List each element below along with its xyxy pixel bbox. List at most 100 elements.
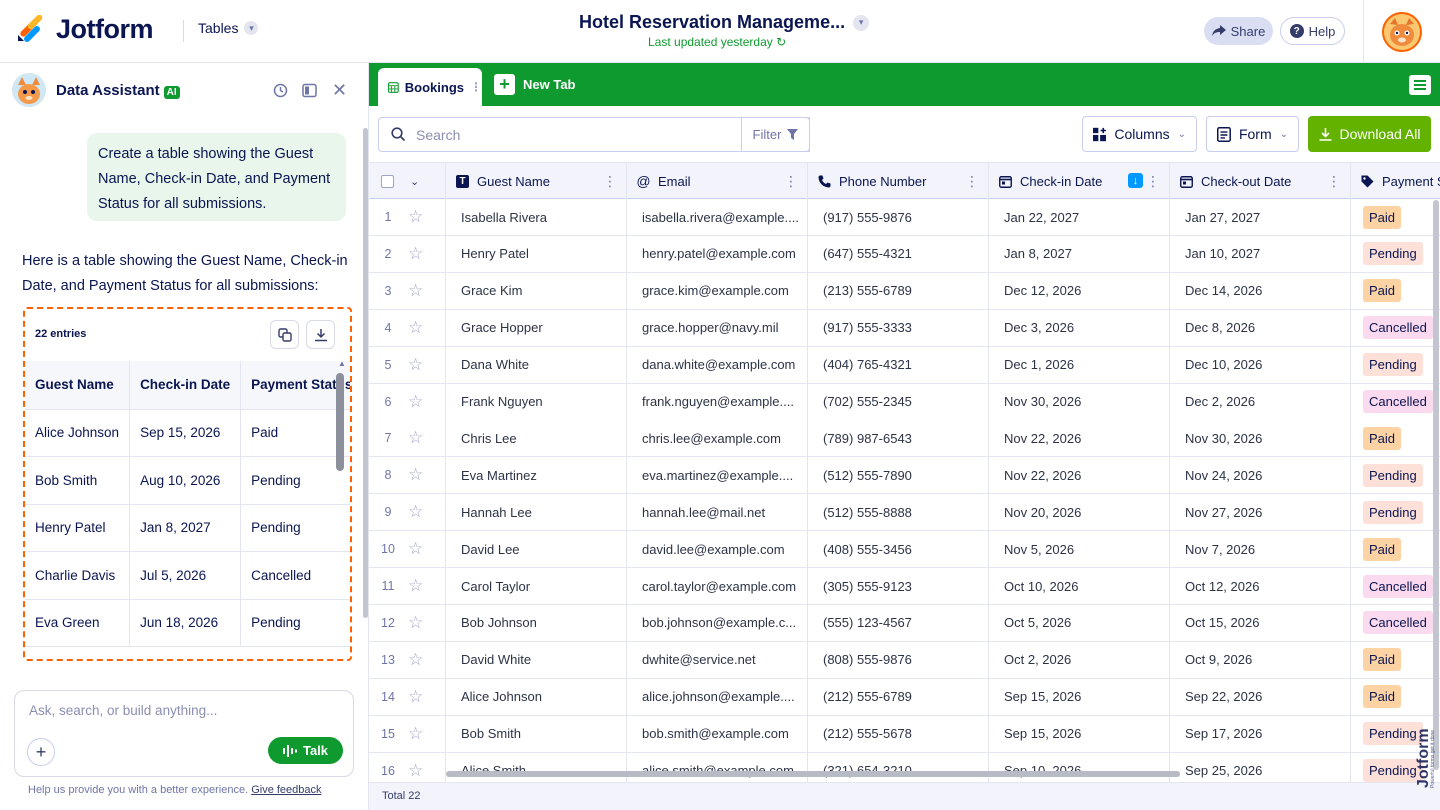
cell-phone[interactable]: (212) 555-5678 — [808, 715, 989, 752]
column-options-icon[interactable]: ⋮ — [784, 173, 798, 190]
table-row[interactable]: 5 ☆ Dana White dana.white@example.com (404) … — [369, 346, 1440, 384]
scroll-up-arrow[interactable]: ▲ — [338, 359, 346, 368]
download-button[interactable] — [306, 320, 335, 349]
cell-check-in[interactable]: Jan 8, 2027 — [989, 235, 1170, 272]
new-tab-button[interactable]: + New Tab — [494, 74, 576, 95]
cell-check-in[interactable]: Dec 1, 2026 — [989, 346, 1170, 383]
cell-email[interactable]: bob.johnson@example.c... — [627, 604, 808, 641]
cell-phone[interactable]: (213) 555-6789 — [808, 272, 989, 309]
star-icon[interactable]: ☆ — [408, 356, 423, 373]
cell-guest-name[interactable]: Bob Johnson — [446, 604, 627, 641]
cell-guest-name[interactable]: Hannah Lee — [446, 494, 627, 531]
cell-phone[interactable]: (555) 123-4567 — [808, 604, 989, 641]
hamburger-menu-icon[interactable] — [1409, 75, 1431, 95]
cell-email[interactable]: david.lee@example.com — [627, 531, 808, 568]
cell-phone[interactable]: (305) 555-9123 — [808, 568, 989, 604]
star-icon[interactable]: ☆ — [408, 282, 423, 299]
chat-input[interactable]: Ask, search, or build anything... — [29, 703, 217, 718]
table-row[interactable]: 13 ☆ David White dwhite@service.net (808) 55… — [369, 641, 1440, 679]
col-header-payment-status[interactable]: Payment S — [1351, 163, 1440, 199]
cell-email[interactable]: eva.martinez@example.... — [627, 457, 808, 494]
column-options-icon[interactable]: ⋮ — [603, 173, 617, 190]
add-attachment-button[interactable]: + — [27, 738, 55, 766]
cell-check-out[interactable]: Dec 10, 2026 — [1170, 346, 1351, 383]
cell-check-out[interactable]: Oct 9, 2026 — [1170, 641, 1351, 678]
cell-guest-name[interactable]: David Lee — [446, 531, 627, 568]
cell-check-out[interactable]: Nov 24, 2026 — [1170, 457, 1351, 494]
cell-check-in[interactable]: Nov 5, 2026 — [989, 531, 1170, 568]
table-row[interactable]: 7 ☆ Chris Lee chris.lee@example.com (789) 98… — [369, 420, 1440, 458]
cell-payment-status[interactable]: Pending — [1351, 494, 1440, 530]
cell-check-out[interactable]: Dec 2, 2026 — [1170, 383, 1351, 420]
cell-payment-status[interactable]: Pending — [1351, 347, 1440, 383]
cell-phone[interactable]: (702) 555-2345 — [808, 383, 989, 420]
star-icon[interactable]: ☆ — [408, 208, 423, 225]
cell-check-out[interactable]: Nov 27, 2026 — [1170, 494, 1351, 531]
cell-check-in[interactable]: Oct 2, 2026 — [989, 641, 1170, 678]
cell-check-in[interactable]: Oct 5, 2026 — [989, 604, 1170, 641]
filter-button[interactable]: Filter — [741, 117, 810, 152]
scroll-thumb[interactable] — [336, 373, 344, 471]
share-button[interactable]: Share — [1204, 17, 1273, 45]
star-icon[interactable]: ☆ — [408, 651, 423, 668]
cell-email[interactable]: frank.nguyen@example.... — [627, 383, 808, 420]
cell-check-out[interactable]: Sep 17, 2026 — [1170, 715, 1351, 752]
columns-button[interactable]: Columns ⌄ — [1082, 116, 1197, 152]
select-all-checkbox[interactable] — [381, 174, 394, 188]
cell-check-in[interactable]: Nov 20, 2026 — [989, 494, 1170, 531]
search-input[interactable]: Search — [416, 127, 460, 143]
cell-payment-status[interactable]: Paid — [1351, 273, 1440, 309]
cell-email[interactable]: grace.hopper@navy.mil — [627, 309, 808, 346]
star-icon[interactable]: ☆ — [408, 466, 423, 483]
cell-guest-name[interactable]: Alice Johnson — [446, 678, 627, 715]
cell-payment-status[interactable]: Cancelled — [1351, 384, 1440, 420]
table-row[interactable]: 10 ☆ David Lee david.lee@example.com (408) 5… — [369, 531, 1440, 569]
cell-check-in[interactable]: Dec 12, 2026 — [989, 272, 1170, 309]
table-row[interactable]: 11 ☆ Carol Taylor carol.taylor@example.com(… — [369, 568, 1440, 605]
table-row[interactable]: 2 ☆ Henry Patel henry.patel@example.com (647… — [369, 235, 1440, 273]
cell-phone[interactable]: (917) 555-9876 — [808, 199, 989, 235]
cell-check-in[interactable]: Dec 3, 2026 — [989, 309, 1170, 346]
cell-phone[interactable]: (212) 555-6789 — [808, 678, 989, 715]
cell-check-out[interactable]: Nov 7, 2026 — [1170, 531, 1351, 568]
cell-email[interactable]: chris.lee@example.com — [627, 420, 808, 457]
star-icon[interactable]: ☆ — [408, 319, 423, 336]
cell-payment-status[interactable]: Paid — [1351, 531, 1440, 567]
document-title[interactable]: Hotel Reservation Manageme... ▾ — [579, 12, 870, 33]
col-header-check-out[interactable]: Check-out Date ⋮ — [1170, 163, 1351, 199]
cell-payment-status[interactable]: Paid — [1351, 642, 1440, 678]
column-options-icon[interactable]: ⋮ — [965, 173, 979, 190]
cell-phone[interactable]: (512) 555-7890 — [808, 457, 989, 494]
star-icon[interactable]: ☆ — [408, 429, 423, 446]
download-all-button[interactable]: Download All — [1308, 116, 1431, 152]
cell-payment-status[interactable]: Cancelled — [1351, 605, 1440, 641]
table-row[interactable]: 8 ☆ Eva Martinez eva.martinez@example.... (5… — [369, 457, 1440, 495]
cell-check-out[interactable]: Nov 30, 2026 — [1170, 420, 1351, 457]
cell-check-in[interactable]: Sep 15, 2026 — [989, 715, 1170, 752]
star-icon[interactable]: ☆ — [408, 540, 423, 557]
cell-check-in[interactable]: Sep 15, 2026 — [989, 678, 1170, 715]
cell-guest-name[interactable]: Dana White — [446, 346, 627, 383]
col-header-check-in[interactable]: Check-in Date ↓ ⋮ — [989, 163, 1170, 199]
cell-email[interactable]: hannah.lee@mail.net — [627, 494, 808, 531]
vertical-scrollbar[interactable] — [1433, 200, 1439, 770]
cell-email[interactable]: dana.white@example.com — [627, 346, 808, 383]
cell-email[interactable]: henry.patel@example.com — [627, 235, 808, 272]
panel-toggle-icon[interactable] — [302, 83, 317, 101]
col-header-phone[interactable]: Phone Number ⋮ — [808, 163, 989, 199]
chevron-down-icon[interactable]: ⌄ — [410, 175, 419, 188]
cell-guest-name[interactable]: Grace Hopper — [446, 309, 627, 346]
cell-phone[interactable]: (404) 765-4321 — [808, 346, 989, 383]
col-header-email[interactable]: @ Email ⋮ — [627, 163, 808, 199]
table-row[interactable]: 6 ☆ Frank Nguyen frank.nguyen@example.... (7… — [369, 383, 1440, 421]
cell-guest-name[interactable]: Henry Patel — [446, 235, 627, 272]
horizontal-scrollbar[interactable] — [446, 771, 1180, 777]
tab-bookings[interactable]: Bookings ⋮ — [378, 68, 482, 106]
cell-check-out[interactable]: Jan 10, 2027 — [1170, 235, 1351, 272]
cell-email[interactable]: alice.johnson@example.... — [627, 678, 808, 715]
cell-check-out[interactable]: Dec 8, 2026 — [1170, 309, 1351, 346]
cell-guest-name[interactable]: Carol Taylor — [446, 568, 627, 604]
cell-guest-name[interactable]: Bob Smith — [446, 715, 627, 752]
cell-phone[interactable]: (917) 555-3333 — [808, 309, 989, 346]
cell-check-out[interactable]: Oct 15, 2026 — [1170, 604, 1351, 641]
